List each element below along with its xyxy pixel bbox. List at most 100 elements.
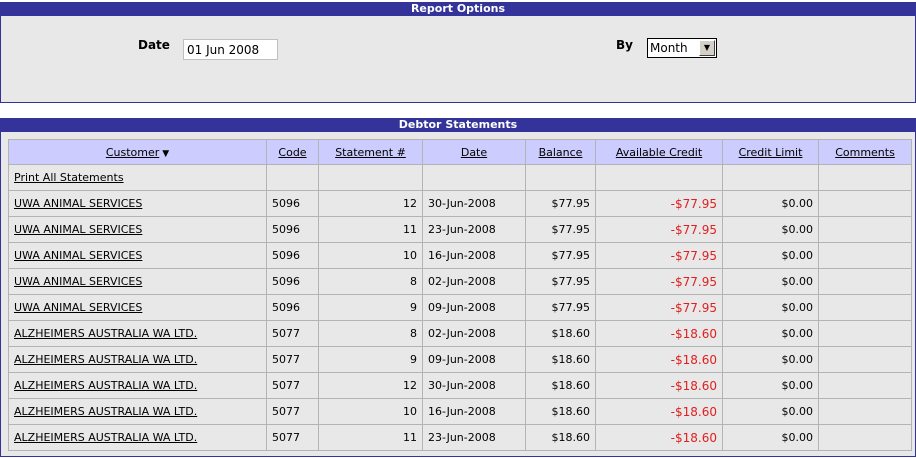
- comments-cell: [818, 398, 912, 425]
- date-cell: 09-Jun-2008: [422, 346, 526, 373]
- customer-link[interactable]: UWA ANIMAL SERVICES: [8, 216, 267, 243]
- date-cell: 02-Jun-2008: [422, 268, 526, 295]
- available-credit-cell: -$18.60: [595, 398, 723, 425]
- table-row: UWA ANIMAL SERVICES 5096 8 02-Jun-2008 $77.9…: [8, 268, 912, 295]
- table-row: UWA ANIMAL SERVICES 5096 9 09-Jun-2008 $77.9…: [8, 294, 912, 321]
- debtor-statements-header: Debtor Statements: [0, 118, 916, 132]
- comments-cell: [818, 372, 912, 399]
- available-credit-cell: -$77.95: [595, 190, 723, 217]
- balance-cell: $18.60: [525, 320, 596, 347]
- credit-limit-cell: $0.00: [722, 216, 819, 243]
- report-options-panel: Date By Month ▼: [0, 16, 916, 103]
- table-row: UWA ANIMAL SERVICES 5096 12 30-Jun-2008 $77.…: [8, 190, 912, 217]
- available-credit-cell: -$77.95: [595, 242, 723, 269]
- code-cell: 5077: [266, 320, 319, 347]
- chevron-down-icon[interactable]: ▼: [699, 40, 715, 56]
- column-header-comments[interactable]: Comments: [818, 139, 912, 165]
- empty-cell: [595, 164, 723, 191]
- comments-cell: [818, 242, 912, 269]
- print-all-statements-link[interactable]: Print All Statements: [8, 164, 267, 191]
- balance-cell: $77.95: [525, 242, 596, 269]
- column-header-balance[interactable]: Balance: [525, 139, 596, 165]
- available-credit-cell: -$77.95: [595, 294, 723, 321]
- comments-cell: [818, 424, 912, 451]
- customer-link[interactable]: UWA ANIMAL SERVICES: [8, 268, 267, 295]
- statement-number-cell: 12: [318, 190, 423, 217]
- comments-cell: [818, 190, 912, 217]
- customer-link[interactable]: ALZHEIMERS AUSTRALIA WA LTD.: [8, 398, 267, 425]
- column-header-statement[interactable]: Statement #: [318, 139, 423, 165]
- empty-cell: [525, 164, 596, 191]
- available-credit-cell: -$77.95: [595, 216, 723, 243]
- table-header-row: Customer ▼ Code Statement # Date Balance …: [8, 139, 912, 165]
- balance-cell: $18.60: [525, 424, 596, 451]
- credit-limit-cell: $0.00: [722, 372, 819, 399]
- credit-limit-cell: $0.00: [722, 190, 819, 217]
- by-label: By: [616, 38, 633, 52]
- statement-number-cell: 9: [318, 294, 423, 321]
- report-options-header: Report Options: [0, 2, 916, 16]
- credit-limit-cell: $0.00: [722, 242, 819, 269]
- sort-descending-icon: ▼: [162, 148, 170, 159]
- print-all-row: Print All Statements: [8, 164, 912, 191]
- table-row: ALZHEIMERS AUSTRALIA WA LTD. 5077 9 09-Jun-…: [8, 346, 912, 373]
- comments-cell: [818, 346, 912, 373]
- date-cell: 23-Jun-2008: [422, 424, 526, 451]
- column-header-code[interactable]: Code: [266, 139, 319, 165]
- customer-link[interactable]: UWA ANIMAL SERVICES: [8, 294, 267, 321]
- available-credit-cell: -$18.60: [595, 346, 723, 373]
- comments-cell: [818, 216, 912, 243]
- empty-cell: [422, 164, 526, 191]
- available-credit-cell: -$18.60: [595, 320, 723, 347]
- customer-link[interactable]: UWA ANIMAL SERVICES: [8, 190, 267, 217]
- balance-cell: $18.60: [525, 372, 596, 399]
- customer-link[interactable]: ALZHEIMERS AUSTRALIA WA LTD.: [8, 424, 267, 451]
- code-cell: 5096: [266, 268, 319, 295]
- balance-cell: $18.60: [525, 346, 596, 373]
- table-row: UWA ANIMAL SERVICES 5096 11 23-Jun-2008 $77.…: [8, 216, 912, 243]
- available-credit-cell: -$18.60: [595, 424, 723, 451]
- by-select-value: Month: [650, 41, 688, 55]
- available-credit-cell: -$77.95: [595, 268, 723, 295]
- code-cell: 5096: [266, 216, 319, 243]
- code-cell: 5077: [266, 398, 319, 425]
- table-row: ALZHEIMERS AUSTRALIA WA LTD. 5077 12 30-Jun…: [8, 372, 912, 399]
- debtor-statements-panel: Customer ▼ Code Statement # Date Balance …: [0, 132, 916, 457]
- statement-number-cell: 8: [318, 268, 423, 295]
- table-row: UWA ANIMAL SERVICES 5096 10 16-Jun-2008 $77.…: [8, 242, 912, 269]
- statement-number-cell: 10: [318, 242, 423, 269]
- customer-link[interactable]: UWA ANIMAL SERVICES: [8, 242, 267, 269]
- customer-link[interactable]: ALZHEIMERS AUSTRALIA WA LTD.: [8, 320, 267, 347]
- code-cell: 5077: [266, 424, 319, 451]
- by-select[interactable]: Month ▼: [647, 38, 717, 58]
- statement-number-cell: 11: [318, 216, 423, 243]
- date-input[interactable]: [183, 39, 278, 60]
- date-cell: 02-Jun-2008: [422, 320, 526, 347]
- statement-number-cell: 11: [318, 424, 423, 451]
- balance-cell: $77.95: [525, 268, 596, 295]
- column-header-available-credit[interactable]: Available Credit: [595, 139, 723, 165]
- column-header-date[interactable]: Date: [422, 139, 526, 165]
- statements-table: Customer ▼ Code Statement # Date Balance …: [8, 139, 912, 451]
- statement-number-cell: 9: [318, 346, 423, 373]
- date-cell: 16-Jun-2008: [422, 398, 526, 425]
- code-cell: 5096: [266, 190, 319, 217]
- table-row: ALZHEIMERS AUSTRALIA WA LTD. 5077 8 02-Jun-…: [8, 320, 912, 347]
- table-row: ALZHEIMERS AUSTRALIA WA LTD. 5077 10 16-Jun…: [8, 398, 912, 425]
- balance-cell: $77.95: [525, 216, 596, 243]
- table-row: ALZHEIMERS AUSTRALIA WA LTD. 5077 11 23-Jun…: [8, 424, 912, 451]
- code-cell: 5077: [266, 346, 319, 373]
- comments-cell: [818, 320, 912, 347]
- date-cell: 30-Jun-2008: [422, 190, 526, 217]
- code-cell: 5096: [266, 294, 319, 321]
- balance-cell: $77.95: [525, 190, 596, 217]
- customer-link[interactable]: ALZHEIMERS AUSTRALIA WA LTD.: [8, 372, 267, 399]
- credit-limit-cell: $0.00: [722, 424, 819, 451]
- available-credit-cell: -$18.60: [595, 372, 723, 399]
- code-cell: 5077: [266, 372, 319, 399]
- empty-cell: [722, 164, 819, 191]
- empty-cell: [266, 164, 319, 191]
- column-header-customer[interactable]: Customer ▼: [8, 139, 267, 165]
- column-header-credit-limit[interactable]: Credit Limit: [722, 139, 819, 165]
- customer-link[interactable]: ALZHEIMERS AUSTRALIA WA LTD.: [8, 346, 267, 373]
